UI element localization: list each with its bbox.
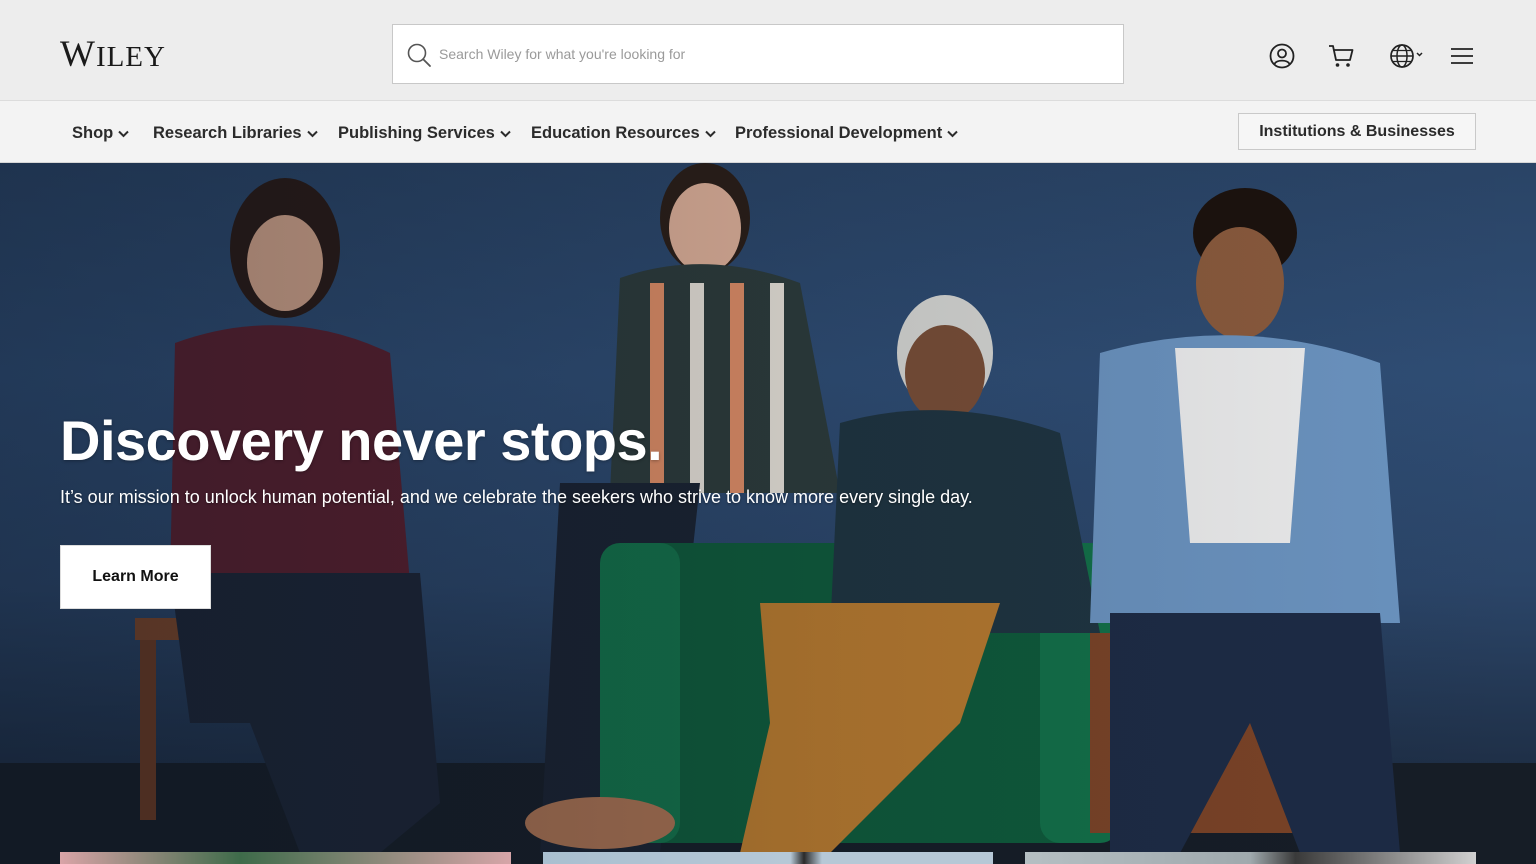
feature-card-3[interactable] bbox=[1025, 852, 1476, 864]
nav-item-label: Research Libraries bbox=[153, 123, 302, 142]
chevron-down-icon bbox=[500, 130, 511, 138]
chevron-down-icon bbox=[705, 130, 716, 138]
account-icon[interactable] bbox=[1268, 42, 1296, 70]
site-header: WILEY bbox=[0, 0, 1536, 100]
nav-item-label: Professional Development bbox=[735, 123, 943, 142]
nav-item-shop[interactable]: Shop bbox=[72, 122, 129, 144]
hero-subtext: It’s our mission to unlock human potenti… bbox=[60, 487, 973, 507]
nav-item-label: Publishing Services bbox=[338, 123, 495, 142]
nav-item-publishing-services[interactable]: Publishing Services bbox=[338, 122, 511, 144]
main-nav: Shop Research Libraries Publishing Servi… bbox=[0, 100, 1536, 163]
feature-card-2[interactable] bbox=[543, 852, 993, 864]
feature-card-1[interactable] bbox=[60, 852, 511, 864]
search-bar bbox=[392, 24, 1124, 84]
logo-initial: W bbox=[60, 34, 96, 75]
wiley-logo[interactable]: WILEY bbox=[60, 36, 166, 73]
institutions-businesses-button[interactable]: Institutions & Businesses bbox=[1238, 113, 1476, 150]
chevron-down-icon bbox=[306, 130, 318, 138]
menu-icon[interactable] bbox=[1450, 42, 1478, 70]
cart-icon[interactable] bbox=[1327, 42, 1355, 70]
nav-item-research-libraries[interactable]: Research Libraries bbox=[153, 122, 318, 144]
logo-rest: ILEY bbox=[95, 41, 166, 73]
chevron-down-icon bbox=[118, 130, 129, 138]
nav-item-professional-development[interactable]: Professional Development bbox=[735, 122, 958, 144]
nav-item-education-resources[interactable]: Education Resources bbox=[531, 122, 716, 144]
chevron-down-icon bbox=[947, 130, 958, 138]
hero-banner: Discovery never stops. It’s our mission … bbox=[0, 163, 1536, 864]
nav-item-label: Education Resources bbox=[531, 123, 700, 142]
globe-icon[interactable] bbox=[1388, 42, 1426, 70]
hero-heading: Discovery never stops. bbox=[60, 409, 663, 472]
learn-more-button[interactable]: Learn More bbox=[60, 545, 211, 609]
hero-overlay bbox=[0, 163, 1536, 864]
search-icon[interactable] bbox=[406, 42, 432, 68]
nav-item-label: Shop bbox=[72, 123, 114, 142]
search-input[interactable] bbox=[439, 25, 1109, 83]
